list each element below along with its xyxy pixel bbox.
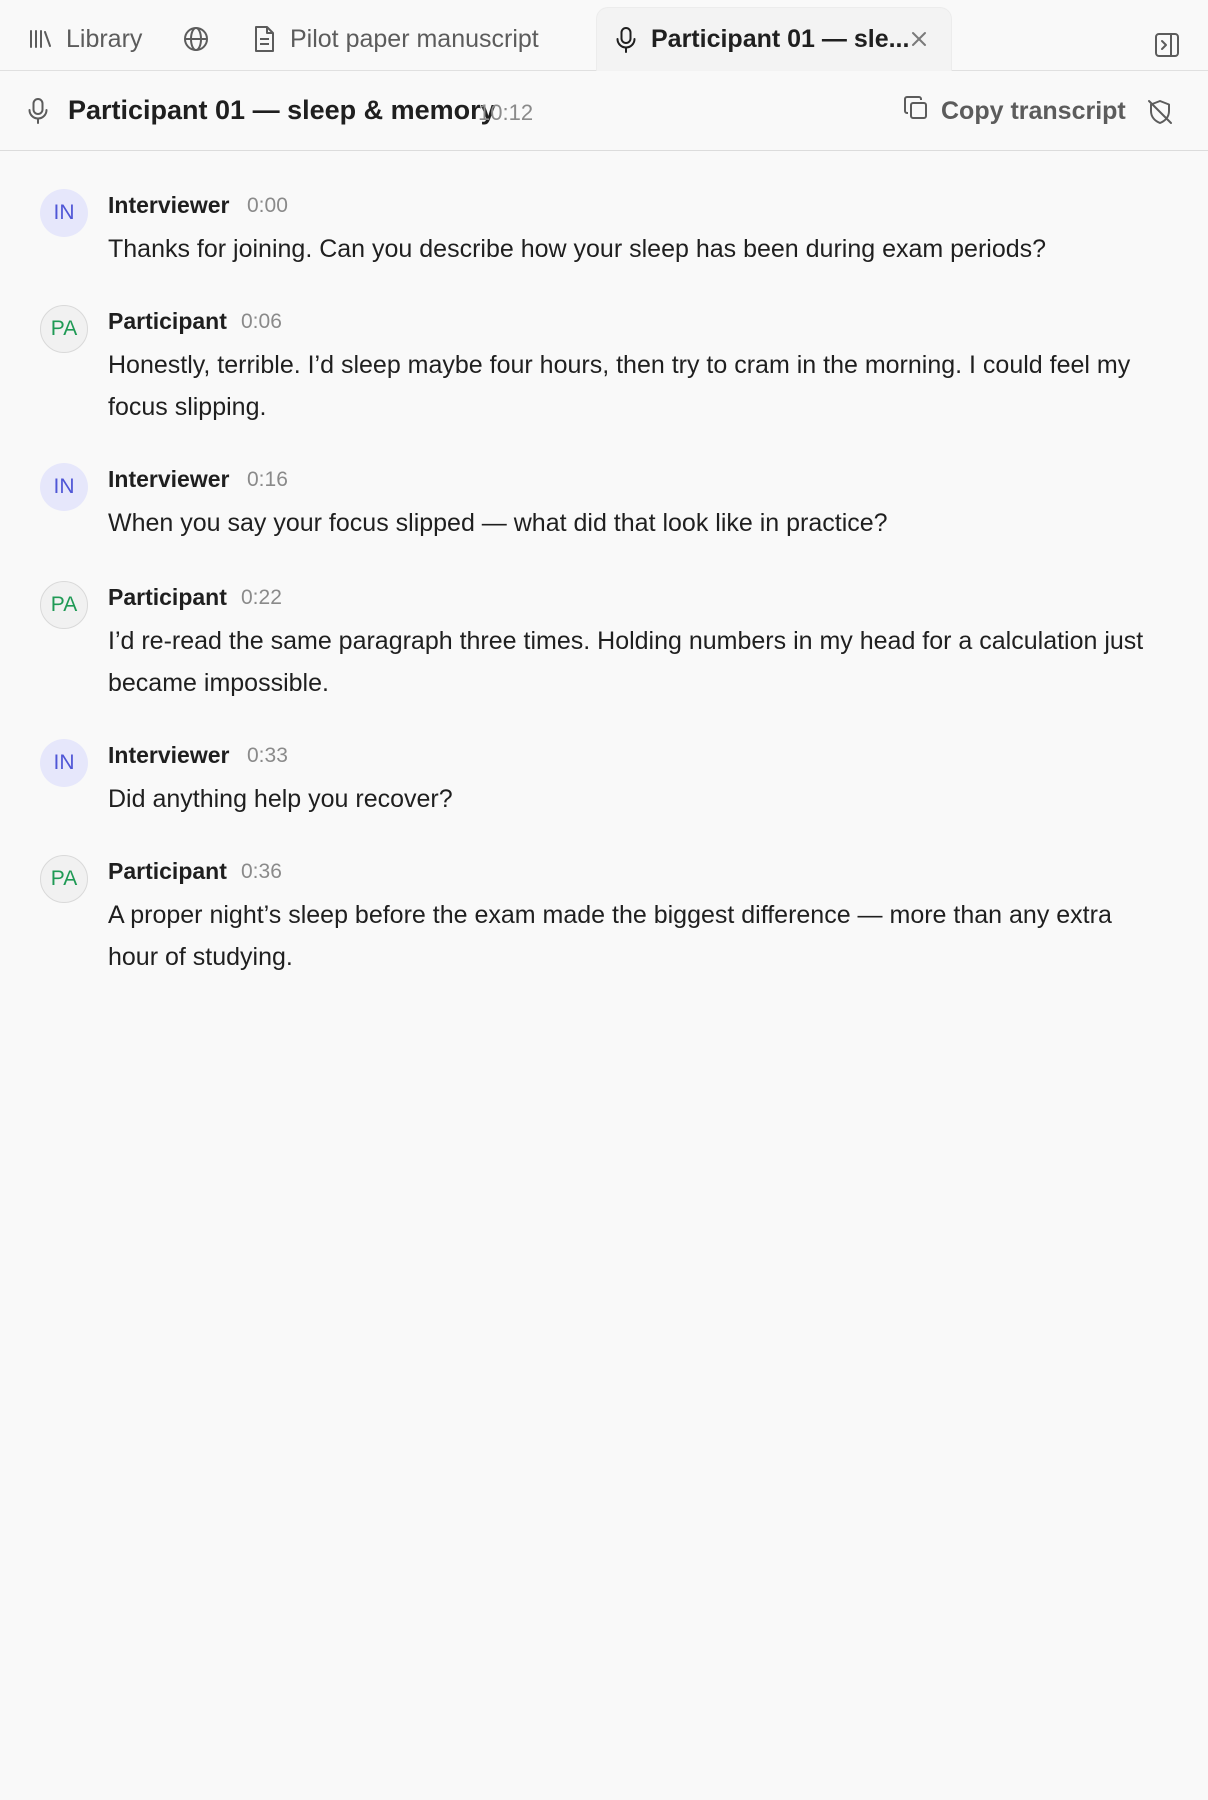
transcript-header: Participant 01 — sleep & memory 10:12 Co… — [0, 71, 1208, 151]
shield-off-icon[interactable] — [1146, 98, 1174, 131]
avatar-participant: PA — [40, 855, 88, 903]
speaker-name: Interviewer — [108, 466, 230, 492]
close-icon[interactable] — [909, 27, 929, 56]
utterance-text: A proper night’s sleep before the exam m… — [108, 901, 1112, 971]
microphone-icon — [615, 26, 637, 54]
timestamp[interactable]: 0:00 — [247, 194, 288, 218]
avatar-participant: PA — [40, 305, 88, 353]
copy-transcript-button[interactable]: Copy transcript — [903, 93, 1126, 129]
copy-icon — [903, 95, 929, 128]
timestamp[interactable]: 0:33 — [247, 744, 288, 768]
utterance-text: When you say your focus slipped — what d… — [108, 509, 888, 537]
timestamp[interactable]: 0:06 — [241, 310, 282, 334]
timestamp[interactable]: 0:16 — [247, 468, 288, 492]
sidebar-toggle-icon[interactable] — [1154, 32, 1180, 63]
speaker-name: Participant — [108, 858, 227, 884]
avatar-interviewer: IN — [40, 739, 88, 787]
speaker-name: Interviewer — [108, 742, 230, 768]
timestamp[interactable]: 0:36 — [241, 860, 282, 884]
tab-library[interactable]: Library — [28, 7, 142, 71]
tab-pilot-paper-label: Pilot paper manuscript — [290, 24, 539, 53]
page-title: Participant 01 — sleep & memory — [68, 95, 496, 125]
utterance-text: I’d re-read the same paragraph three tim… — [108, 627, 1144, 697]
tab-participant-01[interactable]: Participant 01 — sle... — [596, 7, 952, 71]
avatar-interviewer: IN — [40, 463, 88, 511]
timestamp[interactable]: 0:22 — [241, 586, 282, 610]
tab-bar: Library Pilot paper manuscript Participa… — [0, 0, 1208, 71]
tab-participant-01-label: Participant 01 — sle... — [651, 25, 910, 53]
utterance-text: Did anything help you recover? — [108, 785, 453, 813]
speaker-name: Interviewer — [108, 192, 230, 218]
library-icon — [28, 28, 52, 50]
tab-library-label: Library — [66, 24, 143, 53]
tab-web[interactable] — [182, 7, 210, 71]
microphone-icon — [27, 97, 49, 130]
utterance-text: Honestly, terrible. I’d sleep maybe four… — [108, 351, 1131, 421]
speaker-name: Participant — [108, 584, 227, 610]
recording-duration: 10:12 — [478, 100, 534, 125]
copy-transcript-label: Copy transcript — [941, 96, 1126, 125]
speaker-name: Participant — [108, 308, 227, 334]
globe-icon — [182, 25, 210, 53]
avatar-participant: PA — [40, 581, 88, 629]
utterance-text: Thanks for joining. Can you describe how… — [108, 235, 1047, 263]
avatar-interviewer: IN — [40, 189, 88, 237]
document-icon — [252, 25, 276, 53]
tab-pilot-paper[interactable]: Pilot paper manuscript — [252, 7, 539, 71]
